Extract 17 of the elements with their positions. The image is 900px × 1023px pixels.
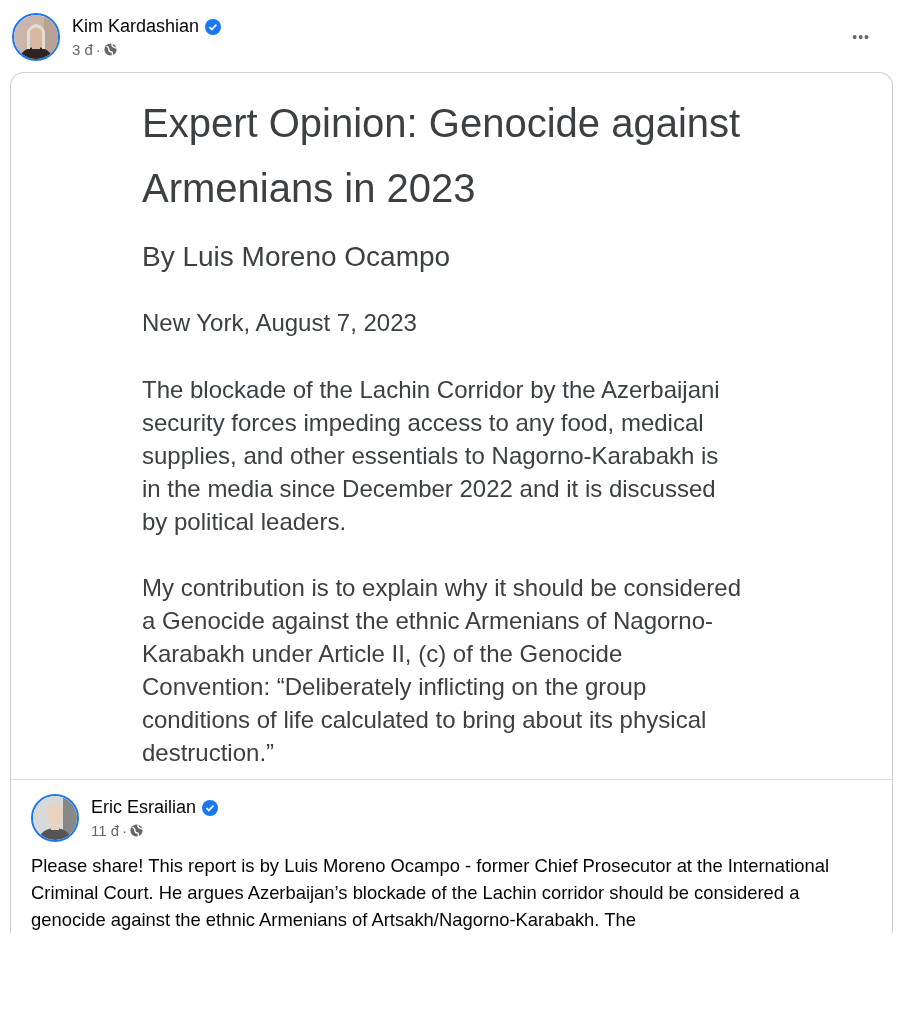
post-text: Please share! This report is by Luis Moreno Ocampo - former Chief Prosecutor at the International Criminal Court. He argues Azerbaijan’s blockade of the Lachin corridor should be considered a genocide against the ethnic Armenians of Artsakh/Nagorno-Karabakh. The: [31, 854, 830, 932]
byline: By Luis Moreno Ocampo: [142, 241, 452, 273]
author-name[interactable]: Kim Kardashian: [72, 16, 200, 37]
separator: ·: [122, 822, 128, 839]
dateline: New York, August 7, 2023: [142, 309, 418, 337]
avatar[interactable]: [31, 794, 79, 842]
post-time[interactable]: 3 đ: [72, 41, 93, 58]
globe-icon: [103, 43, 117, 56]
paragraph: The blockade of the Lachin Corridor by the Azerbaijani security forces impeding access to any food, medical supplies, and other essentials to Nagorno-Karabakh is in the media since December 2022 and it is discussed by political leaders.: [142, 375, 721, 537]
separator: ·: [95, 41, 101, 58]
document-title: Expert Opinion: Genocide against Armenians in 2023: [142, 100, 742, 212]
avatar[interactable]: [12, 13, 60, 61]
more-options-button[interactable]: •••: [844, 25, 878, 49]
author-name[interactable]: Eric Esrailian: [91, 797, 197, 818]
paragraph: My contribution is to explain why it should be considered a Genocide against the ethnic Armenians of Nagorno-Karabakh under Article II, (c) of the Genocide Convention: “Deliberately inflicting on the group conditions of life calculated to bring about its physical destruction.”: [142, 573, 742, 768]
post-time[interactable]: 11 đ: [91, 822, 120, 839]
globe-icon: [130, 824, 144, 837]
